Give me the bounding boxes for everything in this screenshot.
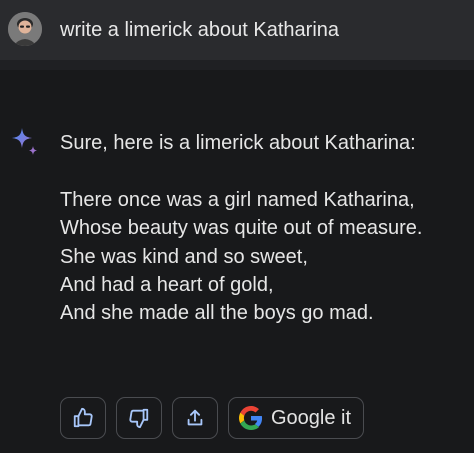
user-prompt-row: write a limerick about Katharina [0, 0, 474, 60]
limerick-text: There once was a girl named Katharina, W… [60, 186, 422, 327]
response-container: Sure, here is a limerick about Katharina… [0, 70, 474, 453]
share-button[interactable] [172, 397, 218, 439]
user-avatar[interactable] [8, 12, 42, 46]
sparkle-icon [8, 124, 42, 158]
poem-line: And she made all the boys go mad. [60, 302, 374, 325]
share-icon [184, 407, 206, 429]
thumbs-down-button[interactable] [116, 397, 162, 439]
thumbs-up-button[interactable] [60, 397, 106, 439]
user-avatar-photo [8, 12, 42, 46]
google-g-icon [239, 406, 263, 430]
chat-page: write a limerick about Katharina Sure, h… [0, 0, 474, 453]
poem-line: She was kind and so sweet, [60, 245, 308, 268]
poem-line: There once was a girl named Katharina, [60, 189, 415, 211]
user-prompt-text: write a limerick about Katharina [60, 19, 340, 41]
thumbs-down-icon [128, 407, 150, 429]
poem-line: Whose beauty was quite out of measure. [60, 217, 423, 240]
response-actions: Google it [60, 397, 365, 441]
google-it-label: Google it [271, 406, 352, 429]
response-intro: Sure, here is a limerick about Katharina… [60, 132, 416, 154]
thumbs-up-icon [72, 407, 94, 429]
google-it-button[interactable]: Google it [228, 397, 365, 439]
poem-line: And had a heart of gold, [60, 273, 274, 296]
